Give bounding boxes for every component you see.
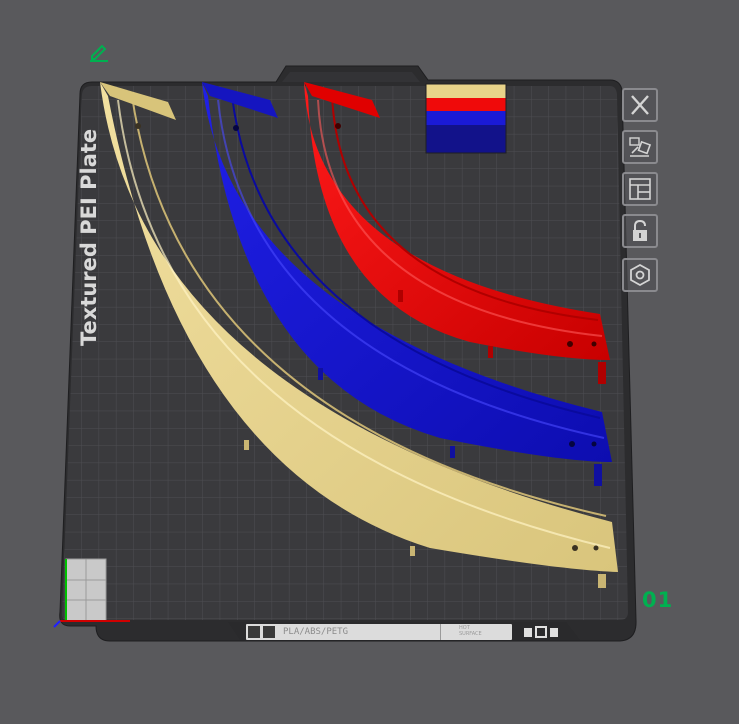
plate-settings-icon [518,624,562,640]
filament-icon [263,626,275,638]
settings-icon [630,263,650,287]
arrange-button[interactable] [622,172,658,206]
close-icon [631,95,649,115]
3d-viewport[interactable]: Textured PEI Plate PLA/ABS/PETG HOT SURF… [0,0,739,720]
lock-plate-button[interactable] [622,214,658,248]
hot-surface-warning: HOT SURFACE [459,625,509,639]
auto-orient-button[interactable] [622,130,658,164]
bed-layout-icon [248,626,260,638]
plate-settings-button[interactable] [622,258,658,292]
arrange-icon [629,178,651,200]
prime-tower[interactable] [425,83,507,154]
filament-types-label: PLA/ABS/PETG [283,627,349,637]
lock-icon [633,219,647,241]
close-plate-button[interactable] [622,88,658,122]
edit-plate-name-icon[interactable] [88,40,110,62]
bed-handle [282,72,420,82]
plate-name-label: Textured PEI Plate [77,129,101,346]
auto-orient-icon [629,137,652,157]
plate-number: 01 [642,588,674,612]
hot-surface-line2: SURFACE [459,631,482,637]
